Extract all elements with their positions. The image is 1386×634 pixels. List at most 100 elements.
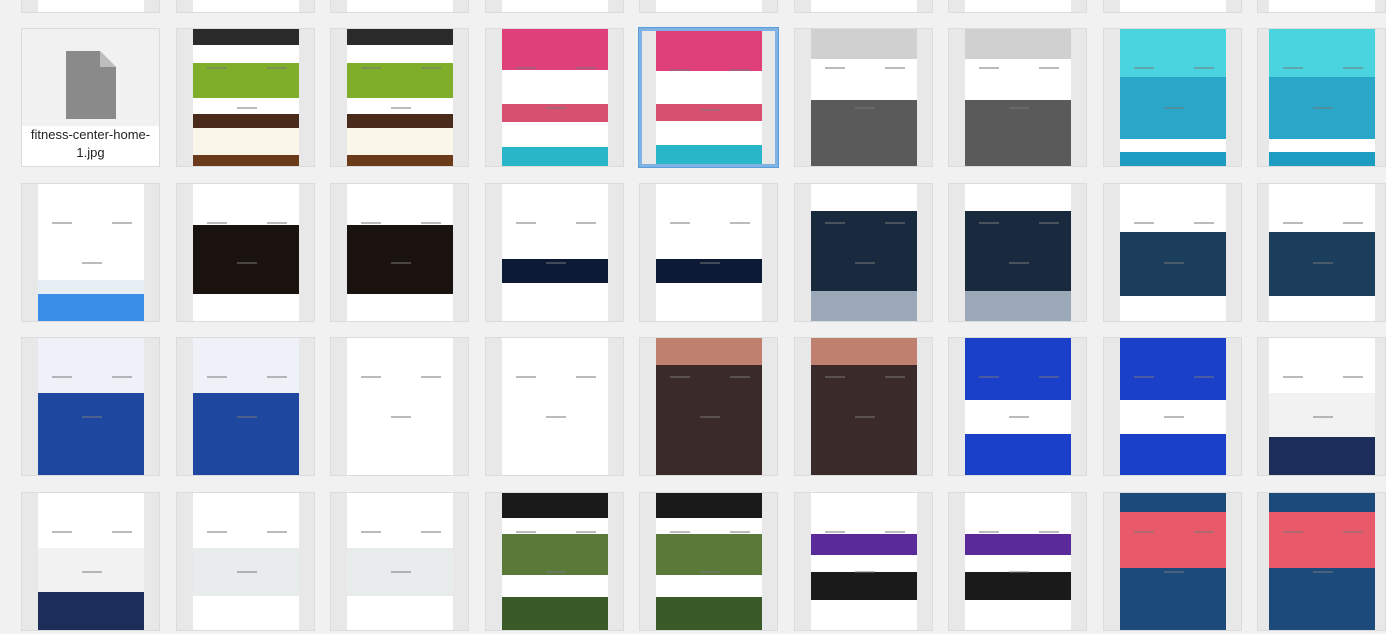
thumbnail-section xyxy=(501,70,608,105)
thumbnail-section xyxy=(37,293,144,321)
image-thumbnail[interactable] xyxy=(1103,492,1242,631)
thumbnail-section xyxy=(964,29,1071,60)
thumbnail-section xyxy=(655,104,762,122)
thumbnail-content-mark xyxy=(390,107,411,109)
image-thumbnail[interactable] xyxy=(948,337,1087,476)
image-thumbnail[interactable] xyxy=(330,0,469,13)
image-thumbnail[interactable] xyxy=(794,337,933,476)
image-thumbnail[interactable] xyxy=(948,28,1087,167)
thumbnail-content-mark xyxy=(699,262,720,264)
thumbnail-section xyxy=(501,493,608,518)
image-thumbnail[interactable] xyxy=(794,28,933,167)
image-thumbnail[interactable] xyxy=(485,0,624,13)
thumbnail-section xyxy=(1268,138,1375,153)
image-thumbnail[interactable] xyxy=(1257,492,1386,631)
image-thumbnail[interactable] xyxy=(948,492,1087,631)
thumbnail-content-mark xyxy=(729,531,750,533)
thumbnail-content-mark xyxy=(854,416,875,418)
thumbnail-section xyxy=(37,0,144,12)
thumbnail-preview xyxy=(1119,338,1226,475)
thumbnail-preview xyxy=(655,0,762,12)
thumbnail-section xyxy=(501,534,608,576)
image-thumbnail[interactable] xyxy=(639,0,778,13)
image-thumbnail[interactable] xyxy=(176,0,315,13)
thumbnail-preview xyxy=(1268,338,1375,475)
thumbnail-content-mark xyxy=(420,222,441,224)
image-thumbnail[interactable] xyxy=(21,0,160,13)
thumbnail-section xyxy=(192,155,299,166)
image-thumbnail[interactable] xyxy=(330,183,469,322)
thumbnail-section xyxy=(192,338,299,393)
image-thumbnail[interactable] xyxy=(639,183,778,322)
thumbnail-preview xyxy=(192,184,299,321)
image-thumbnail[interactable] xyxy=(485,183,624,322)
image-thumbnail[interactable] xyxy=(1103,0,1242,13)
image-thumbnail[interactable] xyxy=(176,492,315,631)
image-thumbnail[interactable] xyxy=(330,492,469,631)
thumbnail-preview xyxy=(37,0,144,12)
image-thumbnail[interactable] xyxy=(948,183,1087,322)
image-thumbnail[interactable] xyxy=(485,28,624,167)
image-thumbnail[interactable] xyxy=(330,337,469,476)
image-thumbnail[interactable] xyxy=(639,492,778,631)
thumbnail-section xyxy=(655,0,762,12)
thumbnail-content-mark xyxy=(1312,107,1333,109)
thumbnail-section xyxy=(346,595,453,630)
image-thumbnail[interactable] xyxy=(639,337,778,476)
thumbnail-section xyxy=(192,392,299,475)
thumbnail-section xyxy=(964,599,1071,630)
image-thumbnail[interactable] xyxy=(330,28,469,167)
thumbnail-section xyxy=(655,575,762,598)
thumbnail-preview xyxy=(1119,29,1226,166)
image-thumbnail[interactable] xyxy=(1257,28,1386,167)
thumbnail-preview xyxy=(37,338,144,475)
thumbnail-content-mark xyxy=(699,109,720,111)
thumbnail-preview xyxy=(655,31,762,164)
thumbnail-section xyxy=(346,127,453,156)
image-thumbnail[interactable] xyxy=(1103,183,1242,322)
image-thumbnail[interactable] xyxy=(176,28,315,167)
thumbnail-section xyxy=(346,338,453,423)
thumbnail-section xyxy=(192,293,299,321)
file-item[interactable]: fitness-center-home-1.jpg xyxy=(21,28,160,167)
image-thumbnail[interactable] xyxy=(485,492,624,631)
thumbnail-section xyxy=(655,493,762,518)
image-thumbnail[interactable] xyxy=(1257,337,1386,476)
thumbnail-section xyxy=(810,338,917,366)
thumbnail-content-mark xyxy=(360,376,381,378)
thumbnail-section xyxy=(810,599,917,630)
thumbnail-content-mark xyxy=(545,262,566,264)
thumbnail-section xyxy=(655,338,762,366)
thumbnail-section xyxy=(501,122,608,147)
image-thumbnail[interactable] xyxy=(21,183,160,322)
thumbnail-preview xyxy=(1268,493,1375,630)
thumbnail-content-mark xyxy=(390,262,411,264)
thumbnail-section xyxy=(1119,512,1226,569)
thumbnail-content-mark xyxy=(266,67,287,69)
image-thumbnail[interactable] xyxy=(176,337,315,476)
thumbnail-preview xyxy=(655,493,762,630)
image-thumbnail[interactable] xyxy=(1257,0,1386,13)
thumbnail-section xyxy=(346,113,453,128)
thumbnail-section xyxy=(810,290,917,321)
thumbnail-preview xyxy=(501,184,608,321)
image-thumbnail[interactable] xyxy=(21,337,160,476)
image-thumbnail[interactable] xyxy=(1257,183,1386,322)
image-thumbnail[interactable] xyxy=(639,28,778,167)
image-thumbnail[interactable] xyxy=(1103,28,1242,167)
thumbnail-content-mark xyxy=(978,376,999,378)
image-thumbnail[interactable] xyxy=(948,0,1087,13)
image-thumbnail[interactable] xyxy=(21,492,160,631)
thumbnail-section xyxy=(1268,338,1375,393)
thumbnail-section xyxy=(964,554,1071,573)
image-thumbnail[interactable] xyxy=(485,337,624,476)
thumbnail-content-mark xyxy=(1163,571,1184,573)
image-thumbnail[interactable] xyxy=(794,0,933,13)
image-thumbnail[interactable] xyxy=(794,492,933,631)
thumbnail-preview xyxy=(346,493,453,630)
image-thumbnail[interactable] xyxy=(1103,337,1242,476)
image-thumbnail[interactable] xyxy=(794,183,933,322)
thumbnail-content-mark xyxy=(81,416,102,418)
image-thumbnail[interactable] xyxy=(176,183,315,322)
thumbnail-content-mark xyxy=(266,222,287,224)
